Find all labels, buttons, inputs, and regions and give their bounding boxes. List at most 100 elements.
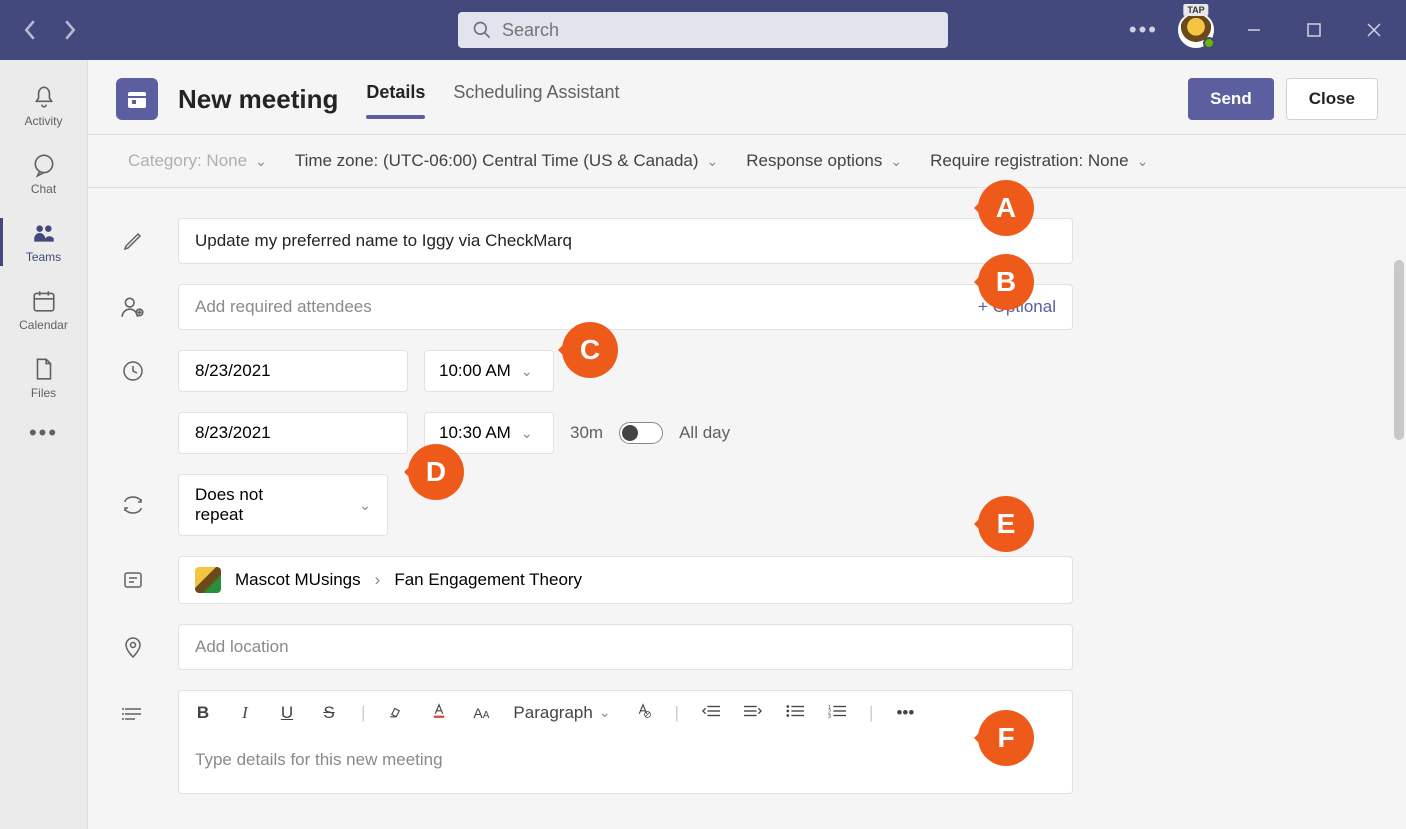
people-icon: [120, 294, 146, 320]
search-box[interactable]: [458, 12, 948, 48]
rail-activity[interactable]: Activity: [0, 72, 88, 140]
rail-teams-label: Teams: [26, 250, 61, 264]
start-date-input[interactable]: 8/23/2021: [178, 350, 408, 392]
chevron-down-icon: ⌄: [255, 153, 267, 170]
meeting-title-input[interactable]: Update my preferred name to Iggy via Che…: [178, 218, 1073, 264]
chevron-down-icon: ⌄: [707, 153, 719, 170]
rte-paragraph-label: Paragraph: [513, 703, 592, 723]
scrollbar[interactable]: [1394, 260, 1404, 440]
chevron-down-icon: ⌄: [890, 153, 902, 170]
chevron-down-icon: ⌄: [359, 497, 371, 514]
rte-font-color[interactable]: [429, 701, 449, 724]
response-label: Response options: [746, 151, 882, 171]
callout-d: D: [408, 444, 464, 500]
rte-separator: |: [361, 703, 365, 723]
end-time-value: 10:30 AM: [439, 423, 511, 443]
location-placeholder: Add location: [195, 637, 289, 656]
rte-bold[interactable]: B: [193, 703, 213, 723]
svg-text:3: 3: [828, 714, 831, 718]
chevron-down-icon: ⌄: [521, 425, 533, 442]
tab-scheduling-assistant[interactable]: Scheduling Assistant: [453, 82, 619, 117]
rail-calendar[interactable]: Calendar: [0, 276, 88, 344]
end-date-input[interactable]: 8/23/2021: [178, 412, 408, 454]
rte-highlight[interactable]: [387, 701, 407, 724]
window-close[interactable]: [1354, 10, 1394, 50]
callout-f: F: [978, 710, 1034, 766]
required-attendees-input[interactable]: Add required attendees + Optional: [178, 284, 1073, 330]
chevron-down-icon: ⌄: [521, 363, 533, 380]
start-time-value: 10:00 AM: [439, 361, 511, 381]
channel-picker[interactable]: Mascot MUsings › Fan Engagement Theory: [178, 556, 1073, 604]
clock-icon: [121, 359, 145, 383]
category-dropdown[interactable]: Category: None ⌄: [128, 151, 267, 171]
description-icon: [121, 702, 145, 726]
teams-icon: [31, 220, 57, 246]
allday-toggle[interactable]: [619, 422, 663, 444]
rail-calendar-label: Calendar: [19, 318, 68, 332]
chevron-down-icon: ⌄: [1137, 153, 1149, 170]
send-button[interactable]: Send: [1188, 78, 1274, 120]
rte-number-list[interactable]: 123: [827, 703, 847, 723]
rail-teams[interactable]: Teams: [0, 208, 88, 276]
response-options-dropdown[interactable]: Response options ⌄: [746, 151, 902, 171]
presence-indicator: [1203, 37, 1215, 49]
page-title: New meeting: [178, 84, 338, 115]
tap-badge: TAP: [1183, 4, 1208, 16]
window-minimize[interactable]: [1234, 10, 1274, 50]
channel-icon: [121, 568, 145, 592]
rte-font-size[interactable]: AA: [471, 705, 491, 721]
rte-separator: |: [869, 703, 873, 723]
rail-chat[interactable]: Chat: [0, 140, 88, 208]
rte-strike[interactable]: S: [319, 703, 339, 723]
rte-italic[interactable]: I: [235, 703, 255, 723]
timezone-dropdown[interactable]: Time zone: (UTC-06:00) Central Time (US …: [295, 151, 718, 171]
forward-button[interactable]: [58, 18, 82, 42]
allday-label: All day: [679, 423, 730, 443]
callout-e: E: [978, 496, 1034, 552]
rte-underline[interactable]: U: [277, 703, 297, 723]
rte-indent-increase[interactable]: [743, 703, 763, 723]
start-time-input[interactable]: 10:00 AM ⌄: [424, 350, 554, 392]
rail-files[interactable]: Files: [0, 344, 88, 412]
recurrence-value: Does not repeat: [195, 485, 315, 525]
rail-more[interactable]: •••: [29, 420, 58, 446]
attendees-placeholder: Add required attendees: [195, 297, 372, 317]
duration-label: 30m: [570, 423, 603, 443]
channel-name: Fan Engagement Theory: [394, 570, 582, 590]
files-icon: [31, 356, 57, 382]
rte-indent-decrease[interactable]: [701, 703, 721, 723]
toggle-knob: [622, 425, 638, 441]
repeat-icon: [121, 493, 145, 517]
rte-bullet-list[interactable]: [785, 703, 805, 723]
location-input[interactable]: Add location: [178, 624, 1073, 670]
back-button[interactable]: [18, 18, 42, 42]
settings-more-icon[interactable]: •••: [1129, 17, 1158, 43]
rte-body[interactable]: Type details for this new meeting: [178, 734, 1073, 794]
channel-team-name: Mascot MUsings: [235, 570, 361, 590]
category-label: Category: None: [128, 151, 247, 171]
calendar-icon: [31, 288, 57, 314]
rail-files-label: Files: [31, 386, 56, 400]
search-input[interactable]: [502, 20, 934, 41]
rte-placeholder: Type details for this new meeting: [195, 750, 443, 769]
registration-dropdown[interactable]: Require registration: None⌄: [930, 151, 1148, 171]
meeting-icon: [116, 78, 158, 120]
callout-a: A: [978, 180, 1034, 236]
pencil-icon: [121, 229, 145, 253]
window-maximize[interactable]: [1294, 10, 1334, 50]
meeting-title-value: Update my preferred name to Iggy via Che…: [195, 231, 572, 250]
rte-paragraph-dropdown[interactable]: Paragraph⌄: [513, 703, 610, 723]
close-button[interactable]: Close: [1286, 78, 1378, 120]
recurrence-dropdown[interactable]: Does not repeat ⌄: [178, 474, 388, 536]
rail-activity-label: Activity: [24, 114, 62, 128]
rte-separator: |: [675, 703, 679, 723]
rail-chat-label: Chat: [31, 182, 56, 196]
rte-clear-format[interactable]: [633, 701, 653, 724]
chat-icon: [31, 152, 57, 178]
search-icon: [472, 20, 492, 40]
user-avatar[interactable]: TAP: [1178, 12, 1214, 48]
bell-icon: [31, 84, 57, 110]
rte-more[interactable]: •••: [895, 703, 915, 723]
rte-toolbar: B I U S | AA Paragraph⌄ |: [178, 690, 1073, 734]
tab-details[interactable]: Details: [366, 82, 425, 117]
